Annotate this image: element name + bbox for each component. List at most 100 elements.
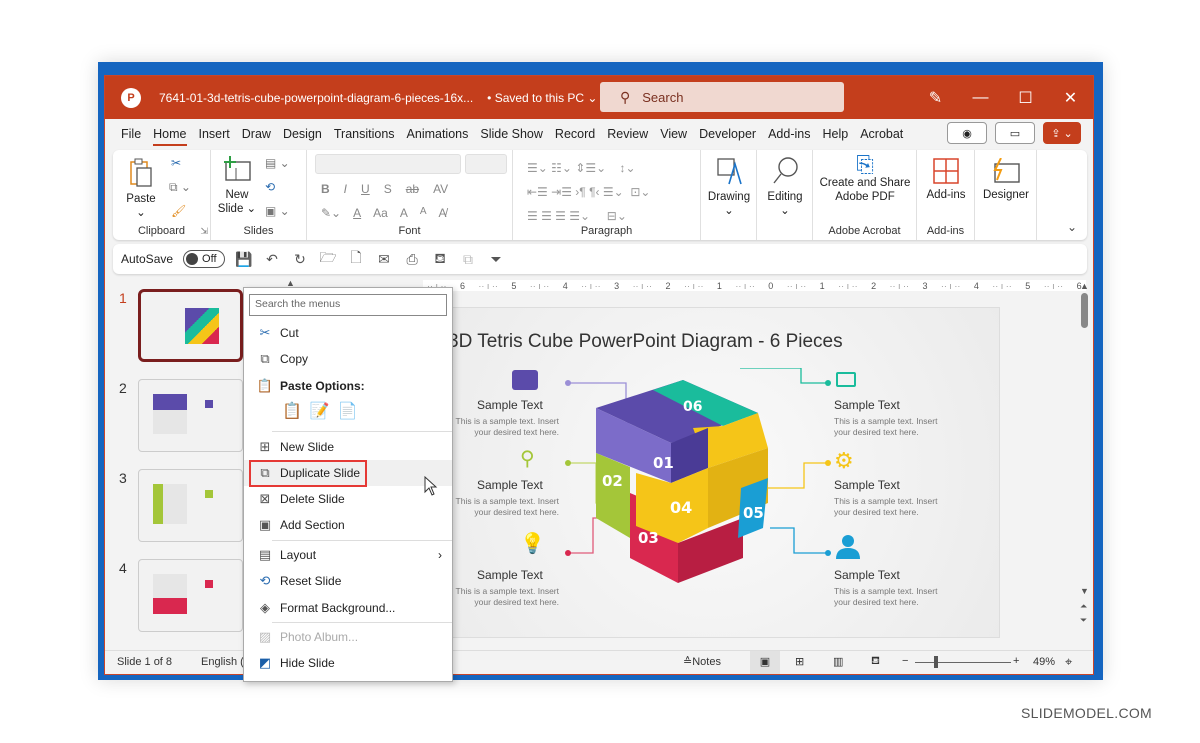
tab-view[interactable]: View [654,119,693,149]
slide-sorter-icon[interactable]: ⊞ [795,655,804,668]
clear-formatting-icon[interactable]: A̸ [439,206,447,220]
reset-icon[interactable]: ⟲ [265,180,275,194]
menu-item-format-background[interactable]: ◈ Format Background... [244,595,452,621]
character-spacing-button[interactable]: AV [433,182,448,196]
designer-button[interactable]: Designer [979,157,1033,202]
tab-record[interactable]: Record [549,119,601,149]
menu-item-layout[interactable]: ▤ Layout › [244,542,452,568]
menu-item-hide-slide[interactable]: ◩ Hide Slide [244,650,452,676]
next-slide-icon[interactable]: ⏷ [1080,615,1087,626]
create-share-pdf-button[interactable]: ⎘ Create and Share Adobe PDF [815,154,915,204]
zoom-in-button[interactable]: + [1013,655,1019,667]
vertical-scrollbar[interactable]: ▲ ▼ ⏶ ⏷ [1077,281,1093,651]
paste-text-only-icon[interactable]: 📄 [338,401,358,421]
tab-add-ins[interactable]: Add-ins [762,119,816,149]
customize-qat-icon[interactable]: ⏷ [487,251,505,268]
paste-button[interactable]: Paste ⌄ [121,158,161,220]
zoom-slider-thumb[interactable] [934,656,938,668]
tab-home[interactable]: Home [147,119,192,149]
cut-icon[interactable]: ✂ [171,156,181,170]
tab-design[interactable]: Design [277,119,328,149]
comments-button[interactable]: ▭ [995,122,1035,144]
menu-item-delete-slide[interactable]: ⊠ Delete Slide [244,486,452,512]
drawing-button[interactable]: Drawing ⌄ [705,156,753,218]
layout-icon[interactable]: ▤ ⌄ [265,156,290,170]
saved-status[interactable]: • Saved to this PC ⌄ [487,91,597,105]
tab-slide-show[interactable]: Slide Show [474,119,549,149]
designer-pen-icon[interactable]: ✎ [913,76,958,119]
menu-item-reset-slide[interactable]: ⟲ Reset Slide [244,568,452,594]
search-menus-input[interactable]: Search the menus [249,294,447,316]
add-ins-button[interactable]: Add-ins [921,158,971,202]
autosave-toggle[interactable]: Off [183,250,226,268]
slideshow-icon[interactable]: ⛾ [871,655,880,669]
new-slide-button[interactable]: New Slide ⌄ [217,156,257,216]
scroll-thumb[interactable] [1081,293,1088,328]
menu-item-new-slide[interactable]: ⊞ New Slide [244,434,452,460]
maximize-button[interactable]: ☐ [1003,76,1048,119]
notes-button[interactable]: ≙Notes [683,655,721,668]
tab-insert[interactable]: Insert [193,119,236,149]
duplicate-icon[interactable]: ⧉ [459,251,477,268]
section-icon[interactable]: ▣ ⌄ [265,204,290,218]
zoom-level[interactable]: 49% [1033,656,1055,668]
minimize-button[interactable]: — [958,76,1003,119]
zoom-out-button[interactable]: − [902,655,908,667]
open-folder-icon[interactable]: 🗁 [319,247,337,271]
underline-button[interactable]: U [361,182,370,196]
dialog-launcher-icon[interactable]: ⇲ [200,226,208,237]
highlight-icon[interactable]: ✎⌄ [321,206,341,220]
menu-item-copy[interactable]: ⧉ Copy [244,346,452,372]
share-button[interactable]: ⇪ ⌄ [1043,122,1081,144]
paragraph-controls[interactable]: ☰⌄ ☷⌄ ⇕☰⌄ ↕⌄ ⇤☰ ⇥☰ ›¶ ¶‹ ☰⌄ ⊡⌄ ☰ ☰ ☰ ☰⌄ ⊟⌄ [527,156,650,228]
scroll-up-icon[interactable]: ▲ [1080,281,1089,291]
normal-view-icon[interactable]: ▣ [750,651,780,674]
paste-keep-formatting-icon[interactable]: 📋 [282,401,302,421]
change-case-button[interactable]: Aa [373,206,388,220]
tab-draw[interactable]: Draw [236,119,277,149]
present-icon[interactable]: ⛾ [431,250,449,269]
new-document-icon[interactable]: 🗋 [347,247,365,271]
print-icon[interactable]: ⎙ [403,251,421,268]
bold-button[interactable]: B [321,182,330,196]
tab-transitions[interactable]: Transitions [328,119,401,149]
tab-animations[interactable]: Animations [401,119,475,149]
slide-thumbnail-2[interactable] [138,379,243,452]
shadow-button[interactable]: S [384,182,392,196]
slide-thumbnail-4[interactable] [138,559,243,632]
slide-canvas[interactable]: 3D Tetris Cube PowerPoint Diagram - 6 Pi… [427,307,1000,638]
close-button[interactable]: ✕ [1048,76,1093,119]
menu-item-add-section[interactable]: ▣ Add Section [244,512,452,538]
tab-review[interactable]: Review [601,119,654,149]
slide-thumbnail-3[interactable] [138,469,243,542]
grow-font-button[interactable]: A [400,206,408,220]
paste-destination-theme-icon[interactable]: 📝 [310,401,330,421]
font-color-button[interactable]: A [353,206,361,220]
tab-file[interactable]: File [115,119,147,149]
zoom-slider[interactable] [915,662,1011,663]
language-indicator[interactable]: English ( [201,656,244,668]
search-box[interactable]: ⚲ Search [600,82,844,112]
redo-icon[interactable]: ↻ [291,251,309,268]
undo-icon[interactable]: ↶ [263,251,281,268]
menu-item-cut[interactable]: ✂ Cut [244,320,452,346]
previous-slide-icon[interactable]: ⏶ [1080,601,1087,612]
format-painter-icon[interactable]: 🖌 [171,204,186,218]
scroll-down-icon[interactable]: ▼ [1080,586,1089,596]
slide-title[interactable]: 3D Tetris Cube PowerPoint Diagram - 6 Pi… [448,331,843,353]
copy-icon[interactable]: ⧉ ⌄ [169,180,191,195]
slide-thumbnail-1[interactable] [138,289,243,362]
font-name-select[interactable] [315,154,461,174]
editing-button[interactable]: Editing ⌄ [761,156,809,218]
strikethrough-button[interactable]: ab [406,182,419,196]
record-button[interactable]: ◉ [947,122,987,144]
tab-developer[interactable]: Developer [693,119,762,149]
shrink-font-button[interactable]: A [420,206,427,220]
italic-button[interactable]: I [344,182,347,196]
fit-to-window-icon[interactable]: ⌖ [1065,654,1072,670]
tab-acrobat[interactable]: Acrobat [854,119,909,149]
save-icon[interactable]: 💾 [235,251,253,268]
tab-help[interactable]: Help [816,119,854,149]
collapse-ribbon-icon[interactable]: ⌄ [1067,220,1077,234]
font-size-select[interactable] [465,154,507,174]
